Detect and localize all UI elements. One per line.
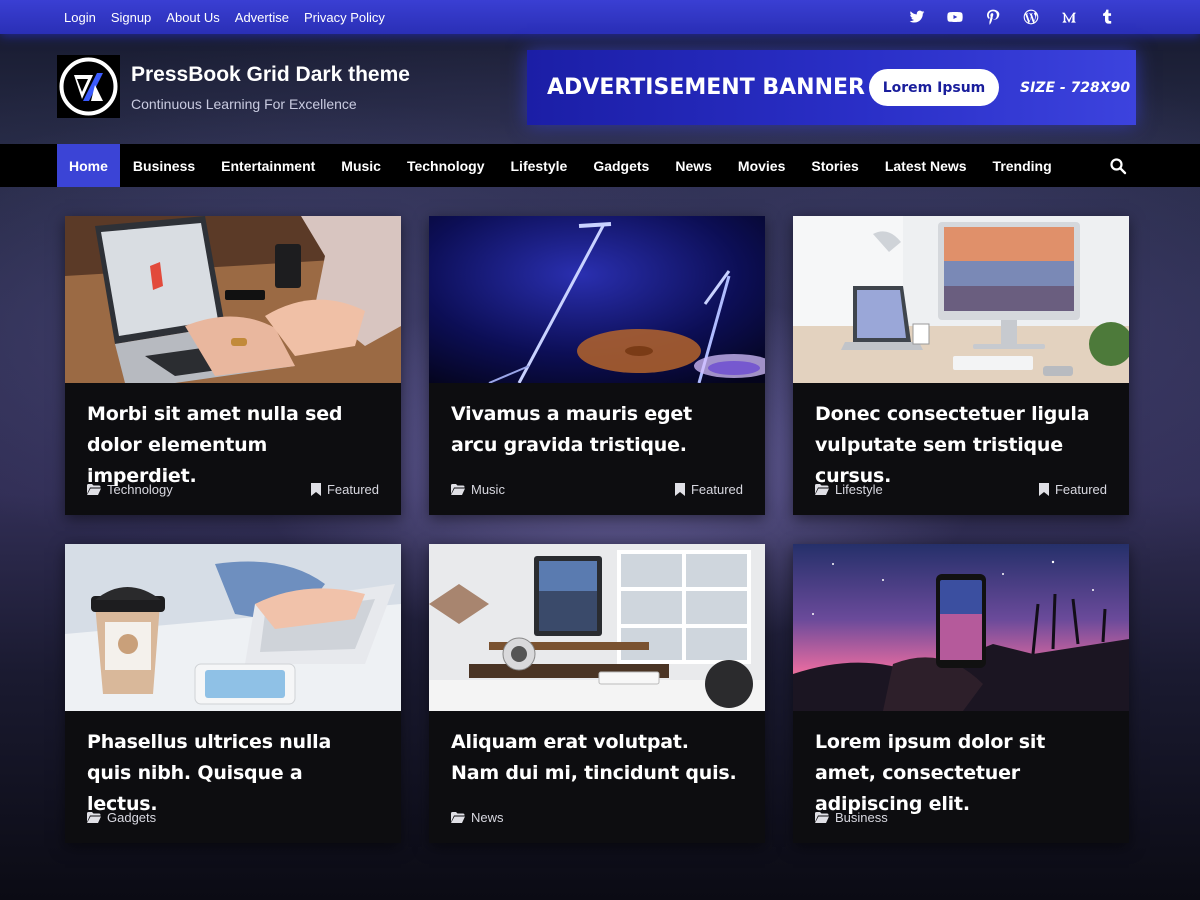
featured-label[interactable]: Featured bbox=[691, 482, 743, 497]
nav-item-music[interactable]: Music bbox=[328, 144, 394, 187]
nav-item-movies[interactable]: Movies bbox=[725, 144, 798, 187]
post-thumbnail-workspace[interactable] bbox=[429, 544, 765, 711]
post-title[interactable]: Vivamus a mauris eget arcu gravida trist… bbox=[451, 399, 743, 461]
site-logo[interactable] bbox=[57, 55, 120, 118]
featured-tag[interactable]: Featured bbox=[674, 482, 743, 497]
featured-tag[interactable]: Featured bbox=[1038, 482, 1107, 497]
nav-item-news[interactable]: News bbox=[662, 144, 725, 187]
nav-item-trending[interactable]: Trending bbox=[980, 144, 1065, 187]
wordpress-icon[interactable] bbox=[1022, 8, 1040, 26]
post-meta: News bbox=[451, 810, 743, 825]
nav-menu: Home Business Entertainment Music Techno… bbox=[57, 144, 1065, 187]
signup-link[interactable]: Signup bbox=[111, 10, 151, 25]
post-category[interactable]: Music bbox=[451, 482, 505, 497]
post-card[interactable]: Aliquam erat volutpat. Nam dui mi, tinci… bbox=[429, 544, 765, 843]
medium-icon[interactable] bbox=[1060, 8, 1078, 26]
post-meta: Music Featured bbox=[451, 482, 743, 497]
ad-button[interactable]: Lorem Ipsum bbox=[869, 69, 999, 106]
post-meta: Business bbox=[815, 810, 1107, 825]
nav-item-technology[interactable]: Technology bbox=[394, 144, 498, 187]
post-thumbnail-phone-night-sky[interactable] bbox=[793, 544, 1129, 711]
post-title[interactable]: Morbi sit amet nulla sed dolor elementum… bbox=[87, 399, 379, 492]
post-category[interactable]: Gadgets bbox=[87, 810, 156, 825]
post-title[interactable]: Phasellus ultrices nulla quis nibh. Quis… bbox=[87, 727, 379, 820]
advertise-link[interactable]: Advertise bbox=[235, 10, 289, 25]
site-tagline: Continuous Learning For Excellence bbox=[131, 96, 357, 112]
post-category[interactable]: Lifestyle bbox=[815, 482, 883, 497]
pinterest-icon[interactable] bbox=[984, 8, 1002, 26]
post-card[interactable]: Morbi sit amet nulla sed dolor elementum… bbox=[65, 216, 401, 515]
post-title[interactable]: Aliquam erat volutpat. Nam dui mi, tinci… bbox=[451, 727, 743, 789]
folder-icon bbox=[815, 812, 829, 823]
top-bar: Login Signup About Us Advertise Privacy … bbox=[0, 0, 1200, 34]
pressbook-logo-icon bbox=[59, 57, 118, 116]
nav-item-entertainment[interactable]: Entertainment bbox=[208, 144, 328, 187]
login-link[interactable]: Login bbox=[64, 10, 96, 25]
folder-icon bbox=[451, 812, 465, 823]
nav-item-business[interactable]: Business bbox=[120, 144, 208, 187]
category-label[interactable]: News bbox=[471, 810, 504, 825]
twitter-icon[interactable] bbox=[908, 8, 926, 26]
post-category[interactable]: News bbox=[451, 810, 504, 825]
bookmark-icon bbox=[1038, 483, 1049, 496]
main-navigation: Home Business Entertainment Music Techno… bbox=[0, 144, 1200, 187]
post-meta: Technology Featured bbox=[87, 482, 379, 497]
post-card[interactable]: Vivamus a mauris eget arcu gravida trist… bbox=[429, 216, 765, 515]
post-meta: Lifestyle Featured bbox=[815, 482, 1107, 497]
featured-label[interactable]: Featured bbox=[1055, 482, 1107, 497]
featured-label[interactable]: Featured bbox=[327, 482, 379, 497]
youtube-icon[interactable] bbox=[946, 8, 964, 26]
post-category[interactable]: Business bbox=[815, 810, 888, 825]
site-title[interactable]: PressBook Grid Dark theme bbox=[131, 63, 410, 87]
advertisement-banner[interactable]: ADVERTISEMENT BANNER Lorem Ipsum SIZE - … bbox=[527, 50, 1136, 125]
category-label[interactable]: Lifestyle bbox=[835, 482, 883, 497]
nav-item-lifestyle[interactable]: Lifestyle bbox=[498, 144, 581, 187]
post-thumbnail-laptop-typing[interactable] bbox=[65, 216, 401, 383]
about-us-link[interactable]: About Us bbox=[166, 10, 219, 25]
ad-title: ADVERTISEMENT BANNER bbox=[547, 75, 865, 100]
post-category[interactable]: Technology bbox=[87, 482, 173, 497]
social-links bbox=[908, 0, 1116, 34]
search-icon[interactable] bbox=[1109, 157, 1127, 175]
nav-item-gadgets[interactable]: Gadgets bbox=[580, 144, 662, 187]
post-thumbnail-drums-mic[interactable] bbox=[429, 216, 765, 383]
post-card[interactable]: Lorem ipsum dolor sit amet, consectetuer… bbox=[793, 544, 1129, 843]
post-title[interactable]: Lorem ipsum dolor sit amet, consectetuer… bbox=[815, 727, 1107, 820]
tumblr-icon[interactable] bbox=[1098, 8, 1116, 26]
post-title[interactable]: Donec consectetuer ligula vulputate sem … bbox=[815, 399, 1107, 492]
category-label[interactable]: Technology bbox=[107, 482, 173, 497]
folder-icon bbox=[87, 484, 101, 495]
post-meta: Gadgets bbox=[87, 810, 379, 825]
category-label[interactable]: Business bbox=[835, 810, 888, 825]
post-thumbnail-coffee-laptop[interactable] bbox=[65, 544, 401, 711]
featured-tag[interactable]: Featured bbox=[310, 482, 379, 497]
nav-item-home[interactable]: Home bbox=[57, 144, 120, 187]
privacy-policy-link[interactable]: Privacy Policy bbox=[304, 10, 385, 25]
nav-item-latest-news[interactable]: Latest News bbox=[872, 144, 980, 187]
top-links: Login Signup About Us Advertise Privacy … bbox=[64, 0, 385, 34]
bookmark-icon bbox=[674, 483, 685, 496]
post-card[interactable]: Donec consectetuer ligula vulputate sem … bbox=[793, 216, 1129, 515]
bookmark-icon bbox=[310, 483, 321, 496]
ad-size-label: SIZE - 728X90 bbox=[1020, 79, 1131, 96]
category-label[interactable]: Gadgets bbox=[107, 810, 156, 825]
category-label[interactable]: Music bbox=[471, 482, 505, 497]
post-thumbnail-desk-imac[interactable] bbox=[793, 216, 1129, 383]
post-card[interactable]: Phasellus ultrices nulla quis nibh. Quis… bbox=[65, 544, 401, 843]
nav-item-stories[interactable]: Stories bbox=[798, 144, 871, 187]
folder-icon bbox=[815, 484, 829, 495]
folder-icon bbox=[87, 812, 101, 823]
folder-icon bbox=[451, 484, 465, 495]
